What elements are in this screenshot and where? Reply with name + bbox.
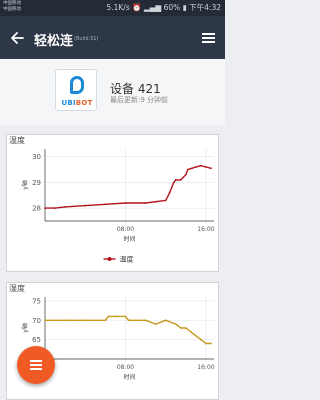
ubibot-logo-icon: [70, 76, 84, 94]
alarm-icon: ⏰: [132, 3, 142, 12]
data-point: [164, 319, 167, 322]
data-point: [168, 191, 171, 194]
back-arrow-icon[interactable]: [10, 31, 24, 45]
y-tick-label: 28: [32, 205, 41, 213]
carrier-labels: 中国移动 中国移动: [3, 1, 21, 12]
carrier-1: 中国移动: [3, 1, 21, 6]
x-tick-label: 08:00: [117, 226, 134, 233]
data-point: [174, 179, 177, 181]
build-label: (Build.51): [74, 36, 99, 42]
data-point: [107, 315, 110, 318]
data-point: [174, 323, 177, 325]
data-point: [186, 168, 189, 171]
data-point: [179, 327, 182, 329]
data-point: [84, 204, 87, 207]
data-point: [195, 334, 197, 337]
data-point: [190, 331, 192, 333]
data-point: [124, 202, 127, 204]
data-point: [54, 207, 56, 209]
legend-marker: [107, 257, 112, 261]
data-point: [184, 327, 187, 329]
data-point: [154, 323, 157, 325]
data-point: [44, 319, 46, 322]
data-point: [210, 167, 212, 170]
last-update: 最后更新:9 分钟前: [110, 96, 169, 104]
x-tick-label: 08:00: [117, 364, 134, 371]
temperature-chart-card[interactable]: 温度 30 29 28 08:00 16:00 y轴时间温度: [6, 134, 219, 272]
clock: 下午4:32: [189, 3, 221, 12]
x-axis-label: 时间: [123, 235, 135, 243]
y-tick-label: 65: [32, 336, 41, 344]
data-point: [104, 319, 107, 322]
data-point: [179, 179, 182, 181]
signal-icon: ▂▄▆: [143, 3, 162, 12]
data-point: [184, 173, 187, 176]
data-point: [64, 206, 66, 208]
battery-level: 60%: [163, 3, 181, 12]
data-point: [200, 338, 202, 341]
data-point: [172, 181, 175, 184]
y-tick-label: 29: [32, 179, 41, 187]
menu-icon[interactable]: [202, 33, 215, 43]
y-tick-label: 30: [32, 153, 41, 161]
data-point: [205, 166, 207, 168]
data-point: [205, 342, 207, 345]
x-axis-label: 时间: [123, 373, 135, 381]
menu-fab-button[interactable]: [17, 346, 55, 384]
app-bar: 轻松连 (Build.51): [0, 16, 225, 59]
carrier-2: 中国移动: [3, 6, 21, 12]
network-speed: 5.1K/s: [106, 3, 130, 12]
data-point: [200, 164, 202, 167]
data-point: [84, 319, 87, 322]
status-indicators: 5.1K/s ⏰ ▂▄▆ 60% ▮ 下午4:32: [106, 3, 221, 12]
y-axis-label: y轴: [21, 180, 29, 190]
data-point: [114, 315, 117, 318]
temperature-chart: 30 29 28 08:00 16:00 y轴时间温度: [21, 149, 215, 264]
data-point: [164, 199, 167, 202]
device-logo: UBIBOT: [55, 69, 97, 111]
data-point: [154, 200, 157, 203]
x-tick-label: 16:00: [197, 226, 214, 233]
data-point: [144, 319, 147, 322]
y-tick-label: 70: [32, 317, 41, 325]
legend-label: 温度: [120, 255, 134, 264]
data-point: [64, 319, 66, 322]
data-point: [124, 315, 127, 318]
data-point: [210, 342, 212, 345]
data-point: [191, 167, 193, 170]
logo-text: UBIBOT: [61, 99, 93, 107]
battery-icon: ▮: [182, 3, 187, 12]
x-tick-label: 16:00: [197, 364, 214, 371]
device-header: UBIBOT 设备 421 最后更新:9 分钟前: [0, 59, 225, 125]
data-point: [127, 319, 130, 322]
data-point: [144, 202, 147, 204]
y-tick-label: 75: [32, 297, 41, 305]
status-bar: 中国移动 中国移动 5.1K/s ⏰ ▂▄▆ 60% ▮ 下午4:32: [0, 0, 225, 16]
data-point: [44, 207, 46, 209]
series-line: [45, 165, 212, 209]
data-point: [195, 166, 197, 168]
data-point: [104, 203, 107, 206]
y-axis-label: y轴: [21, 323, 29, 333]
app-title: 轻松连: [34, 34, 74, 49]
